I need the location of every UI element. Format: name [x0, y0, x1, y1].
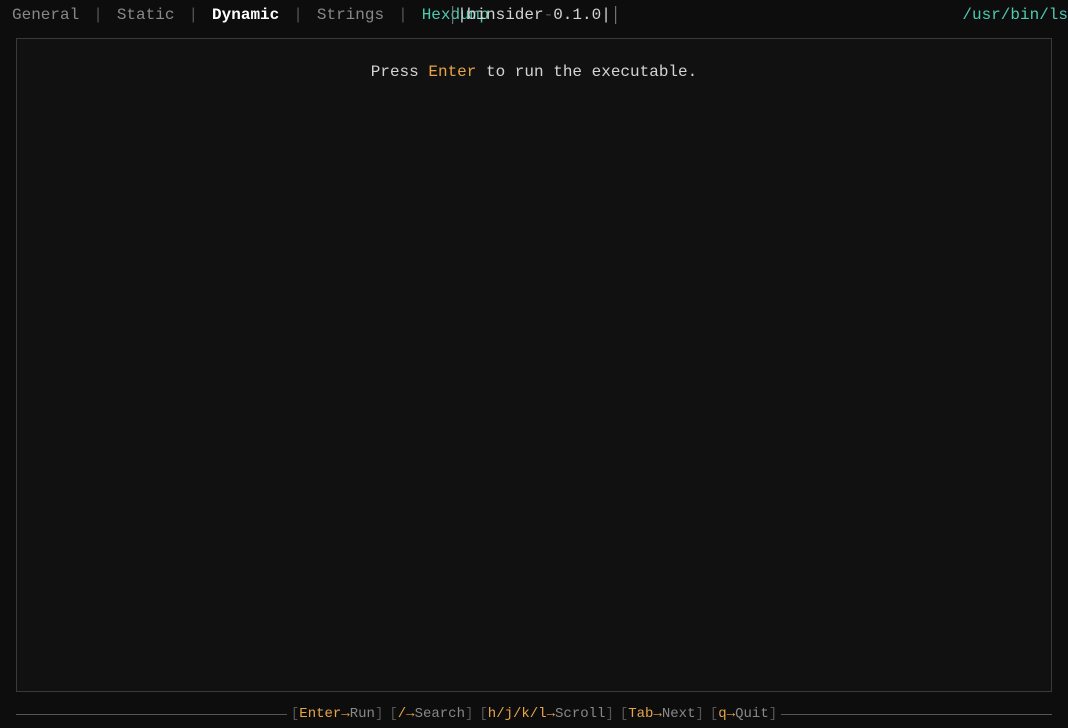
- shortcut-enter: [Enter→Run]: [291, 706, 383, 722]
- separator-4: |: [398, 6, 408, 24]
- app-title: |binsider-0.1.0|: [457, 6, 611, 24]
- prompt-rest-text: to run the executable.: [486, 63, 697, 81]
- title-separator: -: [544, 6, 554, 24]
- file-path-text: /usr/bin/ls: [962, 6, 1068, 24]
- shortcut-scroll: [h/j/k/l→Scroll]: [479, 706, 613, 722]
- app-version: 0.1.0: [553, 6, 601, 24]
- footer-content: [Enter→Run] [/→Search] [h/j/k/l→Scroll] …: [16, 706, 1052, 722]
- separator-2: |: [188, 6, 198, 24]
- main-content: Press Enter to run the executable.: [0, 30, 1068, 700]
- pipe-right: |: [601, 6, 611, 24]
- footer-right-line: [781, 714, 1052, 715]
- separator-1: |: [93, 6, 103, 24]
- shortcut-quit: [q→Quit]: [710, 706, 777, 722]
- content-panel: Press Enter to run the executable.: [16, 38, 1052, 692]
- file-path: /usr/bin/ls: [962, 6, 1068, 24]
- prompt-enter-key: Enter: [428, 63, 476, 81]
- shortcut-next: [Tab→Next]: [620, 706, 704, 722]
- app-name: binsider: [467, 6, 544, 24]
- shortcut-search: [/→Search]: [389, 706, 473, 722]
- prompt-press: Press: [371, 63, 419, 81]
- tab-dynamic[interactable]: Dynamic: [200, 6, 291, 24]
- footer-shortcuts: [Enter→Run] [/→Search] [h/j/k/l→Scroll] …: [287, 706, 781, 722]
- tab-static[interactable]: Static: [105, 6, 187, 24]
- nav-tabs: General | Static | Dynamic | Strings | H…: [0, 6, 501, 24]
- prompt-message: Press Enter to run the executable.: [371, 63, 697, 81]
- footer: [Enter→Run] [/→Search] [h/j/k/l→Scroll] …: [0, 700, 1068, 728]
- pipe-left: |: [457, 6, 467, 24]
- footer-left-line: [16, 714, 287, 715]
- separator-3: |: [293, 6, 303, 24]
- tab-strings[interactable]: Strings: [305, 6, 396, 24]
- tab-general[interactable]: General: [0, 6, 91, 24]
- header: General | Static | Dynamic | Strings | H…: [0, 0, 1068, 30]
- app-title-box: |binsider-0.1.0|: [452, 6, 616, 24]
